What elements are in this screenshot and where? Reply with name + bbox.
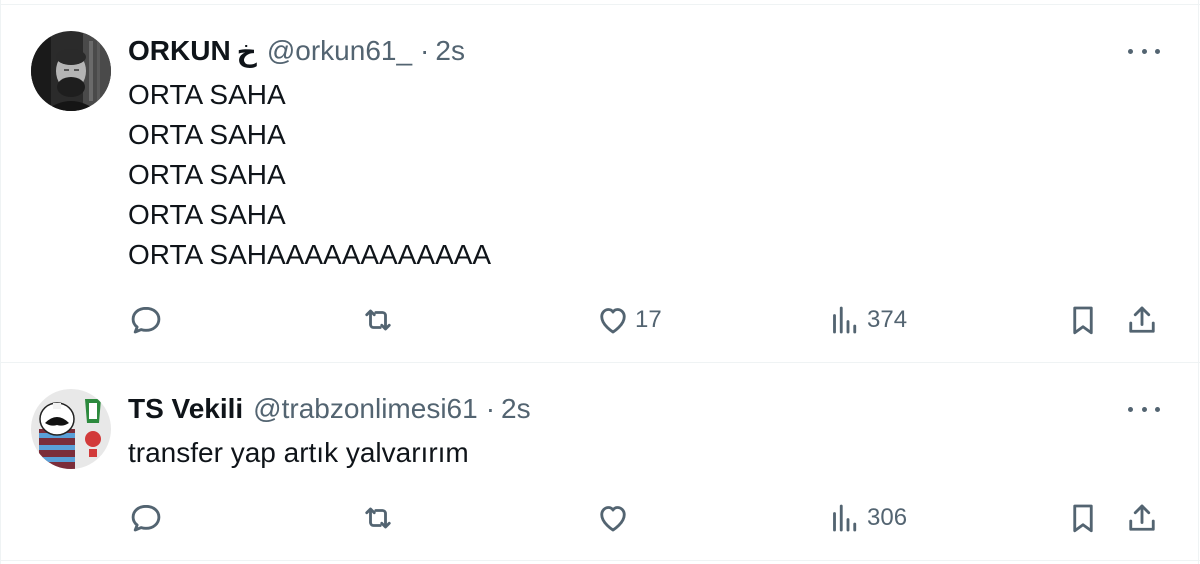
- share-button[interactable]: [1124, 500, 1160, 536]
- user-handle[interactable]: @orkun61_: [267, 35, 412, 67]
- text-line: ORTA SAHA: [128, 79, 286, 110]
- avatar[interactable]: [31, 31, 111, 111]
- more-icon[interactable]: [1128, 397, 1160, 421]
- more-dot: [1141, 48, 1147, 54]
- like-button[interactable]: [595, 500, 635, 536]
- timestamp[interactable]: 2s: [435, 35, 465, 67]
- retweet-icon: [365, 309, 391, 331]
- tweet[interactable]: ORKUN خ @orkun61_ · 2s ORTA SAHA ORTA SA…: [0, 0, 1200, 362]
- avatar-image: [31, 31, 111, 111]
- bookmark-icon: [1073, 306, 1093, 335]
- separator-dot: ·: [485, 393, 496, 424]
- views-icon: [833, 504, 857, 532]
- views-count: 306: [867, 504, 908, 531]
- text-line: ORTA SAHA: [128, 119, 286, 150]
- display-name[interactable]: ORKUN: [128, 35, 231, 67]
- avatar[interactable]: [31, 389, 111, 469]
- text-line: ORTA SAHAAAAAAAAAAAA: [128, 239, 492, 270]
- like-count: 17: [635, 306, 662, 333]
- share-icon: [1129, 504, 1155, 531]
- reply-button[interactable]: [128, 500, 168, 536]
- views-count: 374: [867, 306, 908, 333]
- tweet[interactable]: TS Vekili @trabzonlimesi61 · 2s transfer…: [0, 363, 1200, 560]
- bookmark-button[interactable]: [1065, 500, 1101, 536]
- bookmark-button[interactable]: [1065, 302, 1101, 338]
- avatar-image: [31, 389, 111, 469]
- like-icon: [600, 308, 626, 334]
- name-emoji: خ: [236, 35, 257, 67]
- share-button[interactable]: [1124, 302, 1160, 338]
- tweet-text: transfer yap artık yalvarırım: [128, 433, 469, 473]
- like-icon: [600, 506, 626, 532]
- user-handle[interactable]: @trabzonlimesi61: [253, 393, 478, 425]
- more-dot: [1155, 406, 1160, 412]
- reply-button[interactable]: [128, 302, 168, 338]
- text-line: ORTA SAHA: [128, 199, 286, 230]
- more-dot: [1128, 406, 1133, 412]
- tweet-text: ORTA SAHA ORTA SAHA ORTA SAHA ORTA SAHA …: [128, 75, 491, 275]
- reply-icon: [131, 504, 161, 532]
- retweet-button[interactable]: [360, 302, 400, 338]
- text-line: ORTA SAHA: [128, 159, 286, 190]
- retweet-button[interactable]: [360, 500, 400, 536]
- bookmark-icon: [1073, 504, 1093, 533]
- retweet-icon: [365, 507, 391, 529]
- more-dot: [1141, 406, 1147, 412]
- more-dot: [1128, 48, 1133, 54]
- tweet-header: ORKUN خ @orkun61_ · 2s: [128, 35, 465, 67]
- views-icon: [833, 306, 857, 334]
- more-icon[interactable]: [1128, 39, 1160, 63]
- timestamp[interactable]: 2s: [501, 393, 531, 425]
- views-button[interactable]: 306: [827, 500, 907, 536]
- text-line: transfer yap artık yalvarırım: [128, 437, 469, 468]
- timeline: ORKUN خ @orkun61_ · 2s ORTA SAHA ORTA SA…: [0, 0, 1200, 564]
- like-button[interactable]: 17: [595, 302, 662, 338]
- tweet-header: TS Vekili @trabzonlimesi61 · 2s: [128, 393, 531, 425]
- bottom-border: [0, 560, 1200, 561]
- separator-dot: ·: [420, 35, 430, 66]
- reply-icon: [131, 306, 161, 334]
- display-name[interactable]: TS Vekili: [128, 393, 243, 425]
- more-dot: [1155, 48, 1160, 54]
- views-button[interactable]: 374: [827, 302, 907, 338]
- share-icon: [1129, 306, 1155, 333]
